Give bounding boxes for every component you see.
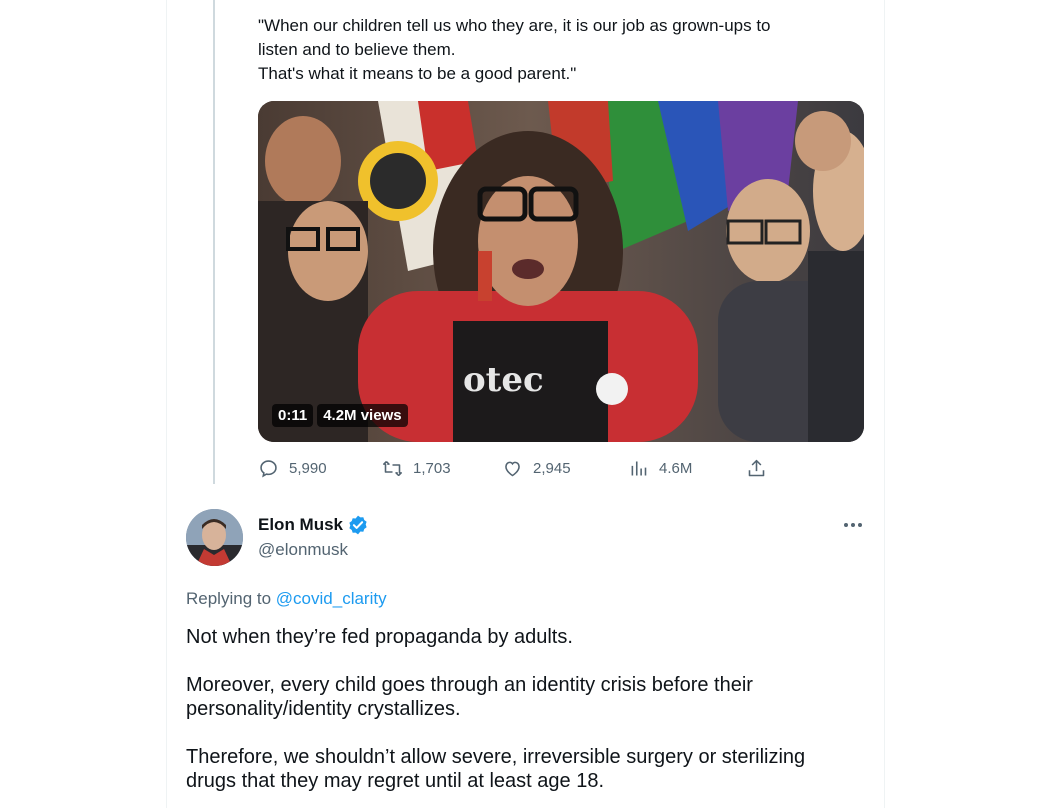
verified-badge-icon <box>349 515 367 535</box>
reply-paragraph: Not when they’re fed propaganda by adult… <box>186 625 866 649</box>
views-count: 4.6M <box>659 460 693 477</box>
parent-tweet-line: That's what it means to be a good parent… <box>258 64 577 83</box>
like-icon <box>505 461 520 477</box>
reply-line: Not when they’re fed propaganda by adult… <box>186 626 573 648</box>
svg-text:otec: otec <box>463 360 544 400</box>
like-count: 2,945 <box>533 460 571 477</box>
parent-tweet-line: "When our children tell us who they are,… <box>258 16 771 35</box>
replying-to-line: Replying to @covid_clarity <box>186 589 387 609</box>
replying-to-link[interactable]: @covid_clarity <box>276 589 387 608</box>
repost-count: 1,703 <box>413 460 451 477</box>
avatar[interactable] <box>186 509 243 566</box>
views-action[interactable]: 4.6M <box>628 458 692 479</box>
repost-icon <box>382 460 403 477</box>
reply-line: Moreover, every child goes through an id… <box>186 674 753 696</box>
reply-paragraph: Moreover, every child goes through an id… <box>186 673 866 721</box>
reply-line: drugs that they may regret until at leas… <box>186 770 605 792</box>
author-name[interactable]: Elon Musk <box>258 515 343 535</box>
reply-line: personality/identity crystallizes. <box>186 698 461 720</box>
author-name-row: Elon Musk <box>258 514 369 536</box>
share-action[interactable] <box>746 458 767 479</box>
reply-icon <box>260 460 277 478</box>
video-thumbnail: otec <box>258 101 864 442</box>
more-icon[interactable] <box>842 516 864 534</box>
avatar-image <box>186 509 243 566</box>
video-player[interactable]: otec <box>258 101 864 442</box>
reply-paragraph: Therefore, we shouldn’t allow severe, ir… <box>186 745 866 793</box>
repost-action[interactable]: 1,703 <box>382 458 451 479</box>
thread-connector-line <box>213 0 215 484</box>
author-handle[interactable]: @elonmusk <box>258 540 348 560</box>
reply-line: Therefore, we shouldn’t allow severe, ir… <box>186 746 806 768</box>
video-duration: 0:11 <box>272 404 314 427</box>
video-views: 4.2M views <box>317 404 408 427</box>
like-action[interactable]: 2,945 <box>502 458 571 479</box>
parent-tweet-text: "When our children tell us who they are,… <box>258 14 858 86</box>
parent-tweet-line: listen and to believe them. <box>258 40 456 59</box>
video-info-badge: 0:11 4.2M views <box>272 404 408 427</box>
tweet-action-bar: 5,990 1,703 2,945 4.6M <box>258 458 778 482</box>
views-icon <box>631 461 647 476</box>
share-icon <box>748 459 765 477</box>
reply-action[interactable]: 5,990 <box>258 458 327 479</box>
replying-prefix: Replying to <box>186 589 272 608</box>
reply-count: 5,990 <box>289 460 327 477</box>
